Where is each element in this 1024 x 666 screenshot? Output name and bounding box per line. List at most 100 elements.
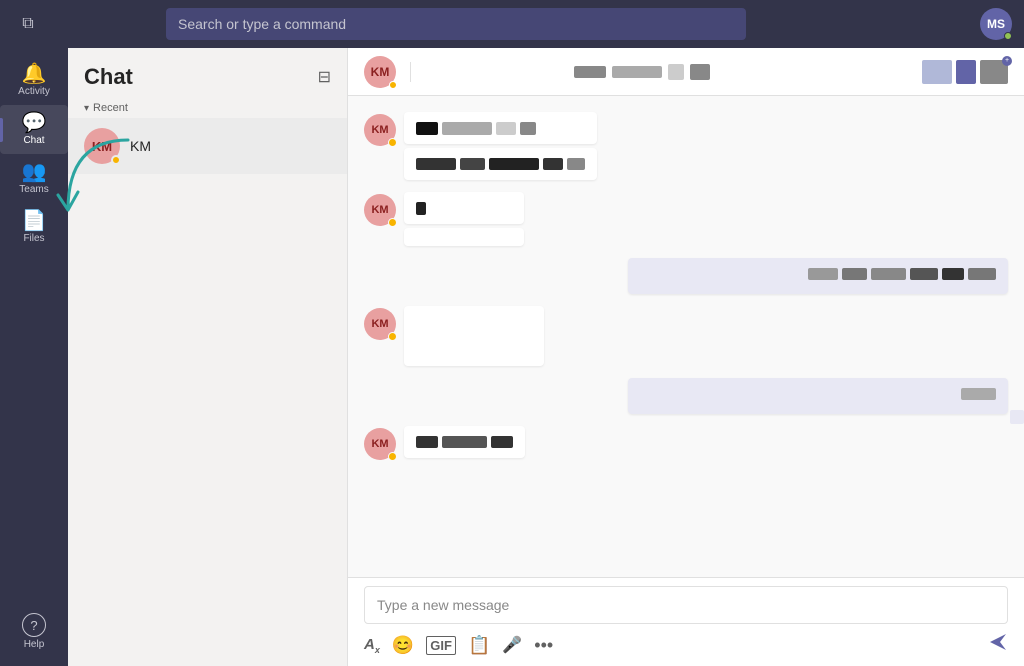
sidebar-item-activity[interactable]: 🔔 Activity	[0, 56, 68, 105]
msg-bubble-4	[404, 306, 544, 366]
help-icon: ?	[22, 613, 46, 637]
message-row-6: KM	[364, 426, 1008, 460]
sticker-icon[interactable]: 📋	[468, 635, 490, 656]
message-row-5	[364, 378, 1008, 414]
msg-bubble-2	[404, 192, 524, 224]
sidebar-item-teams[interactable]: 👥 Teams	[0, 154, 68, 203]
activity-icon: 🔔	[22, 64, 47, 84]
chat-panel-title: Chat	[84, 64, 133, 90]
send-button[interactable]	[988, 632, 1008, 658]
b	[416, 158, 456, 170]
b	[460, 158, 485, 170]
b	[491, 436, 513, 448]
b	[416, 436, 438, 448]
msg-bubble-1b	[404, 148, 597, 180]
msg-avatar-4: KM	[364, 308, 396, 340]
search-placeholder: Search or type a command	[178, 16, 346, 32]
teams-icon: 👥	[22, 162, 47, 182]
contact-status-dot	[111, 155, 121, 165]
msg-line-1b	[416, 156, 585, 172]
main-area: 🔔 Activity 💬 Chat 👥 Teams 📄 Files ? Help…	[0, 48, 1024, 666]
b	[543, 158, 563, 170]
msg-avatar-status-4	[388, 332, 397, 341]
chat-icon: 💬	[22, 113, 47, 133]
header-action-1[interactable]	[922, 60, 952, 84]
sidebar-item-help[interactable]: ? Help	[0, 605, 68, 658]
messages-scroll[interactable]: KM	[348, 96, 1024, 577]
header-block-3	[668, 64, 684, 80]
b	[496, 122, 516, 135]
b	[968, 268, 996, 280]
msg-header-status-dot	[389, 81, 397, 89]
message-row-1: KM	[364, 112, 1008, 180]
more-options-icon[interactable]: •••	[534, 635, 553, 656]
b	[416, 122, 438, 135]
section-recent: ▾ Recent	[68, 98, 347, 118]
b	[808, 268, 838, 280]
files-icon: 📄	[22, 211, 47, 231]
message-row-2: KM	[364, 192, 1008, 246]
msg-bubble-6	[404, 426, 525, 458]
msg-bubble-3	[628, 258, 1008, 294]
contact-avatar: KM	[84, 128, 120, 164]
header-action-3[interactable]: +	[980, 60, 1008, 84]
b	[842, 268, 867, 280]
message-header: KM +	[348, 48, 1024, 96]
msg-avatar-2: KM	[364, 194, 396, 226]
header-block-1	[574, 66, 606, 78]
header-block-2	[612, 66, 662, 78]
msg-header-avatar: KM	[364, 56, 396, 88]
chat-panel-header: Chat ⊟	[68, 48, 347, 98]
b	[567, 158, 585, 170]
user-avatar[interactable]: MS	[980, 8, 1012, 40]
msg-avatar-6: KM	[364, 428, 396, 460]
b	[910, 268, 938, 280]
msg-line-1a	[416, 120, 585, 136]
online-dot	[1004, 32, 1012, 40]
message-row-3	[364, 258, 1008, 294]
msg-bubble-1	[404, 112, 597, 144]
gif-icon[interactable]: GIF	[426, 636, 456, 655]
sidebar-item-files[interactable]: 📄 Files	[0, 203, 68, 252]
b	[416, 202, 426, 215]
msg-line-5a	[961, 386, 996, 402]
header-action-2[interactable]	[956, 60, 976, 84]
msg-line-2a	[416, 200, 512, 216]
input-toolbar: Ax 😊 GIF 📋 🎤 •••	[348, 628, 1024, 666]
sidebar-nav: 🔔 Activity 💬 Chat 👥 Teams 📄 Files ? Help	[0, 48, 68, 666]
search-bar[interactable]: Search or type a command	[166, 8, 746, 40]
expand-icon[interactable]: ⧉	[12, 8, 44, 40]
message-input[interactable]: Type a new message	[364, 586, 1008, 624]
b	[520, 122, 536, 135]
audio-icon[interactable]: 🎤	[502, 635, 522, 655]
msg-avatar-1: KM	[364, 114, 396, 146]
msg-bubble-2b	[404, 228, 524, 246]
input-area: Type a new message Ax 😊 GIF 📋 🎤 •••	[348, 577, 1024, 666]
msg-avatar-status-6	[388, 452, 397, 461]
b	[442, 436, 487, 448]
b	[961, 388, 996, 400]
b	[871, 268, 906, 280]
top-bar: ⧉ Search or type a command MS	[0, 0, 1024, 48]
emoji-icon[interactable]: 😊	[392, 635, 414, 656]
format-text-icon[interactable]: Ax	[364, 636, 380, 655]
header-separator	[410, 62, 411, 82]
msg-avatar-status-2	[388, 218, 397, 227]
b	[489, 158, 539, 170]
filter-icon[interactable]: ⊟	[318, 67, 331, 87]
msg-avatar-status-1	[388, 138, 397, 147]
b	[442, 122, 492, 135]
msg-header-actions: +	[574, 60, 1008, 84]
msg-line-6a	[416, 434, 513, 450]
msg-line-3a	[808, 266, 996, 282]
msg-bubble-5	[628, 378, 1008, 414]
message-area: KM +	[348, 48, 1024, 666]
b	[942, 268, 964, 280]
header-block-4	[690, 64, 710, 80]
sidebar-item-chat[interactable]: 💬 Chat	[0, 105, 68, 154]
chat-panel: Chat ⊟ ▾ Recent KM KM	[68, 48, 348, 666]
contact-name: KM	[130, 138, 151, 154]
chevron-icon: ▾	[84, 103, 89, 114]
sent-indicator	[1010, 410, 1024, 424]
chat-list-item[interactable]: KM KM	[68, 118, 347, 174]
